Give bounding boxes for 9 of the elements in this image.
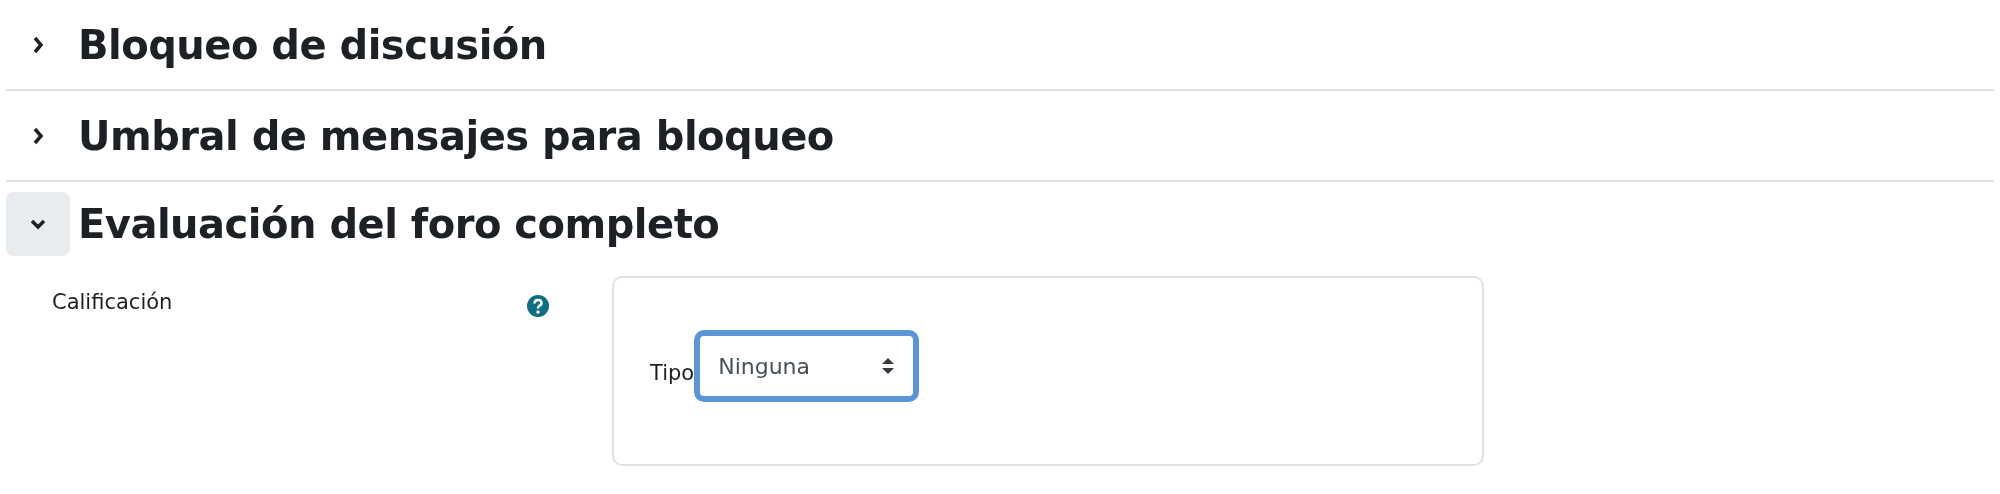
collapse-toggle[interactable]	[6, 192, 70, 256]
type-select[interactable]: Ninguna	[694, 330, 920, 402]
section-heading[interactable]: Bloqueo de discusión	[78, 21, 547, 68]
select-label: Tipo	[650, 361, 695, 385]
help-icon[interactable]	[526, 294, 550, 318]
section-heading[interactable]: Evaluación del foro completo	[78, 201, 720, 247]
field-label: Calificación	[52, 290, 173, 314]
sort-arrows-icon	[881, 356, 896, 376]
section-heading[interactable]: Umbral de mensajes para bloqueo	[78, 112, 834, 159]
